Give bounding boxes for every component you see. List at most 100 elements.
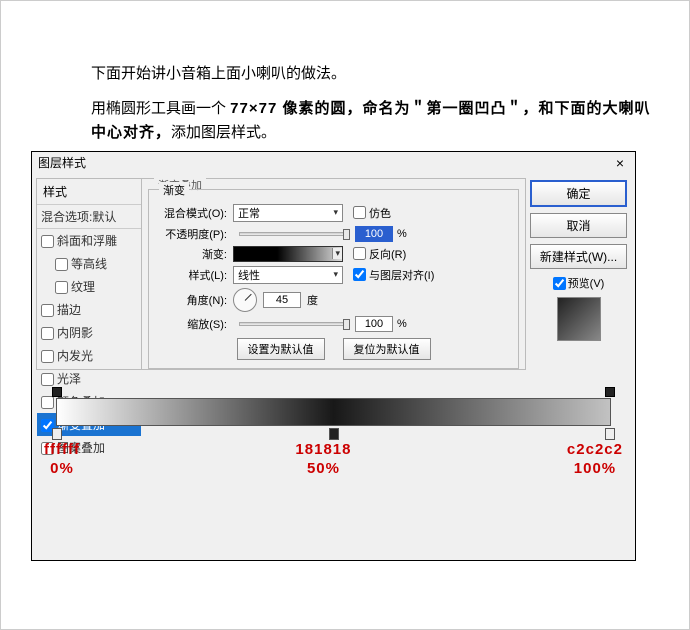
inner-glow-checkbox[interactable] xyxy=(41,350,54,363)
intro-text-2: 用椭圆形工具画一个 77×77 像素的圆，命名为＂第一圈凹凸＂，和下面的大喇叭中… xyxy=(91,97,659,145)
new-style-button[interactable]: 新建样式(W)... xyxy=(530,244,627,269)
bevel-checkbox[interactable] xyxy=(41,235,54,248)
reverse-label: 反向(R) xyxy=(369,246,406,262)
sidebar-item-label: 内阴影 xyxy=(57,326,93,340)
gradient-label: 渐变: xyxy=(157,246,227,262)
sidebar-item-label: 内发光 xyxy=(57,349,93,363)
gradient-overlay-panel: 渐变叠加 渐变 混合模式(O): 正常 ▾ 仿色 不透明度(P): xyxy=(141,178,526,370)
chevron-down-icon: ▾ xyxy=(333,269,338,280)
opacity-label: 不透明度(P): xyxy=(157,226,227,242)
stop-hex: c2c2c2 xyxy=(567,441,623,458)
sidebar-item-label: 纹理 xyxy=(71,280,95,294)
color-stop-1[interactable] xyxy=(329,428,339,440)
sidebar-item-stroke[interactable]: 描边 xyxy=(37,298,141,321)
intro-post: 添加图层样式。 xyxy=(171,124,276,141)
intro-text-1: 下面开始讲小音箱上面小喇叭的做法。 xyxy=(91,61,659,87)
contour-checkbox[interactable] xyxy=(55,258,68,271)
align-checkbox[interactable] xyxy=(353,268,366,281)
titlebar[interactable]: 图层样式 × xyxy=(32,152,635,174)
stop-pct: 50% xyxy=(307,460,340,477)
stop-hex: 181818 xyxy=(295,441,351,458)
fieldset-legend: 渐变 xyxy=(159,182,189,198)
dither-checkbox[interactable] xyxy=(353,206,366,219)
chevron-down-icon: ▾ xyxy=(332,248,342,259)
angle-row: 角度(N): 45 度 xyxy=(157,288,510,312)
color-stop-2[interactable] xyxy=(605,428,615,440)
angle-dial[interactable] xyxy=(233,288,257,312)
blend-mode-select[interactable]: 正常 ▾ xyxy=(233,204,343,222)
style-select[interactable]: 线性 ▾ xyxy=(233,266,343,284)
preview-checkbox[interactable] xyxy=(553,277,566,290)
gradient-row: 渐变: ▾ 反向(R) xyxy=(157,246,510,262)
blend-mode-row: 混合模式(O): 正常 ▾ 仿色 xyxy=(157,204,510,222)
preview-toggle[interactable]: 预览(V) xyxy=(530,275,627,291)
blend-mode-label: 混合模式(O): xyxy=(157,205,227,221)
sidebar-header[interactable]: 样式 xyxy=(37,179,141,204)
sidebar-item-label: 斜面和浮雕 xyxy=(57,234,117,248)
reverse-checkbox[interactable] xyxy=(353,247,366,260)
dialog-body: 样式 混合选项:默认 斜面和浮雕 等高线 纹理 描边 内阴影 内发光 光泽 颜色… xyxy=(32,174,635,374)
percent-label: % xyxy=(397,228,407,240)
style-label: 样式(L): xyxy=(157,267,227,283)
scale-input[interactable]: 100 xyxy=(355,316,393,332)
styles-sidebar: 样式 混合选项:默认 斜面和浮雕 等高线 纹理 描边 内阴影 内发光 光泽 颜色… xyxy=(36,178,141,370)
layer-style-dialog: 图层样式 × 样式 混合选项:默认 斜面和浮雕 等高线 纹理 描边 内阴影 内发… xyxy=(31,151,636,561)
sidebar-item-inner-glow[interactable]: 内发光 xyxy=(37,344,141,367)
stop-pct: 0% xyxy=(50,460,74,477)
scale-slider[interactable] xyxy=(239,322,349,326)
ok-button[interactable]: 确定 xyxy=(530,180,627,207)
close-icon[interactable]: × xyxy=(611,155,629,171)
stop-annot-1: 181818 50% xyxy=(295,440,351,479)
align-label: 与图层对齐(I) xyxy=(369,267,434,283)
sidebar-item-label: 描边 xyxy=(57,303,81,317)
texture-checkbox[interactable] xyxy=(55,281,68,294)
opacity-row: 不透明度(P): 100 % xyxy=(157,226,510,242)
reset-default-button[interactable]: 复位为默认值 xyxy=(343,338,431,360)
opacity-input[interactable]: 100 xyxy=(355,226,393,242)
stop-annotations: ffffff 0% 181818 50% c2c2c2 100% xyxy=(38,440,629,479)
sidebar-item-texture[interactable]: 纹理 xyxy=(37,275,141,298)
scale-label: 缩放(S): xyxy=(157,316,227,332)
angle-input[interactable]: 45 xyxy=(263,292,301,308)
sidebar-item-bevel[interactable]: 斜面和浮雕 xyxy=(37,229,141,252)
gradient-bar[interactable] xyxy=(56,398,611,426)
chevron-down-icon: ▾ xyxy=(333,207,338,218)
stop-hex: ffffff xyxy=(44,441,80,458)
style-value: 线性 xyxy=(238,267,260,283)
right-column: 确定 取消 新建样式(W)... 预览(V) xyxy=(526,178,631,370)
scale-row: 缩放(S): 100 % xyxy=(157,316,510,332)
percent-label: % xyxy=(397,318,407,330)
opacity-slider[interactable] xyxy=(239,232,349,236)
preview-label: 预览(V) xyxy=(568,278,605,290)
satin-checkbox[interactable] xyxy=(41,373,54,386)
sidebar-item-label: 等高线 xyxy=(71,257,107,271)
gradient-track[interactable] xyxy=(56,398,611,432)
set-default-button[interactable]: 设置为默认值 xyxy=(237,338,325,360)
opacity-stop-right[interactable] xyxy=(605,387,615,397)
sidebar-blend-default[interactable]: 混合选项:默认 xyxy=(37,204,141,229)
gradient-swatch[interactable]: ▾ xyxy=(233,246,343,262)
page-root: 下面开始讲小音箱上面小喇叭的做法。 用椭圆形工具画一个 77×77 像素的圆，命… xyxy=(0,0,690,630)
angle-label: 角度(N): xyxy=(157,292,227,308)
dither-label: 仿色 xyxy=(369,205,391,221)
blend-mode-value: 正常 xyxy=(238,205,260,221)
stop-pct: 100% xyxy=(574,460,616,477)
style-row: 样式(L): 线性 ▾ 与图层对齐(I) xyxy=(157,266,510,284)
color-stop-0[interactable] xyxy=(52,428,62,440)
sidebar-item-contour[interactable]: 等高线 xyxy=(37,252,141,275)
stop-annot-0: ffffff 0% xyxy=(44,440,80,479)
cancel-button[interactable]: 取消 xyxy=(530,213,627,238)
sidebar-item-label: 光泽 xyxy=(57,372,81,386)
stroke-checkbox[interactable] xyxy=(41,304,54,317)
sidebar-item-inner-shadow[interactable]: 内阴影 xyxy=(37,321,141,344)
gradient-fieldset: 渐变 混合模式(O): 正常 ▾ 仿色 不透明度(P): 100 xyxy=(148,189,519,369)
intro-pre: 用椭圆形工具画一个 xyxy=(91,100,230,117)
gradient-editor: ffffff 0% 181818 50% c2c2c2 100% xyxy=(38,386,629,432)
inner-shadow-checkbox[interactable] xyxy=(41,327,54,340)
dialog-title: 图层样式 xyxy=(38,154,86,171)
opacity-stop-left[interactable] xyxy=(52,387,62,397)
default-buttons-row: 设置为默认值 复位为默认值 xyxy=(157,338,510,360)
stop-annot-2: c2c2c2 100% xyxy=(567,440,623,479)
preview-swatch xyxy=(557,297,601,341)
angle-unit: 度 xyxy=(307,292,318,308)
